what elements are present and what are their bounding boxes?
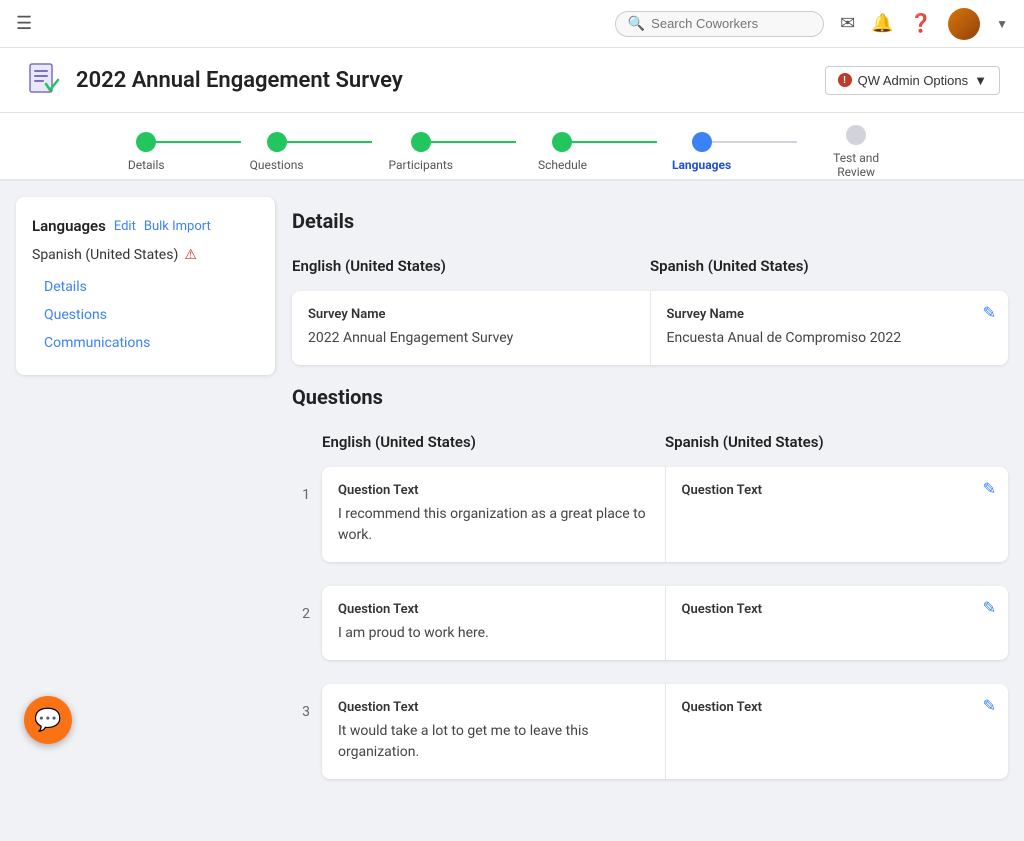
page-title: 2022 Annual Engagement Survey: [76, 68, 403, 93]
details-es-label: Survey Name: [667, 307, 993, 322]
question-number-2: 2: [292, 586, 322, 622]
step-participants[interactable]: Participants: [389, 132, 538, 172]
step-schedule[interactable]: Schedule: [538, 132, 672, 172]
questions-col2-header: Spanish (United States): [665, 425, 1008, 459]
sidebar-nav-questions[interactable]: Questions: [36, 303, 259, 327]
step-languages-label: Languages: [672, 158, 731, 172]
sidebar-nav: Details Questions Communications: [32, 275, 259, 355]
q3-en-value: It would take a lot to get me to leave t…: [338, 721, 649, 763]
admin-options-label: QW Admin Options: [858, 73, 969, 88]
step-test-review[interactable]: Test and Review: [816, 125, 896, 179]
q3-es-edit-icon[interactable]: ✎: [983, 696, 996, 715]
step-languages[interactable]: Languages: [672, 132, 816, 172]
top-navigation: ☰ 🔍 ✉ 🔔 ❓ ▼: [0, 0, 1024, 48]
q2-en-cell: Question Text I am proud to work here.: [322, 586, 666, 660]
sidebar-nav-communications[interactable]: Communications: [36, 331, 259, 355]
user-menu-chevron[interactable]: ▼: [996, 17, 1008, 31]
questions-section-title: Questions: [292, 377, 1008, 409]
search-icon: 🔍: [628, 16, 645, 32]
question-row-1: 1 Question Text I recommend this organiz…: [292, 467, 1008, 574]
q2-es-cell: Question Text ✎: [666, 586, 1009, 660]
admin-options-button[interactable]: ! QW Admin Options ▼: [825, 66, 1000, 95]
question-card-2: Question Text I am proud to work here. Q…: [322, 586, 1008, 660]
q2-es-edit-icon[interactable]: ✎: [983, 598, 996, 617]
details-col1-header: English (United States): [292, 249, 650, 283]
details-en-label: Survey Name: [308, 307, 634, 322]
details-es-cell: Survey Name Encuesta Anual de Compromiso…: [651, 291, 1009, 365]
stepper-nav: Details Questions Participants Schedul: [0, 113, 1024, 181]
details-col2-header: Spanish (United States): [650, 249, 1008, 283]
step-schedule-label: Schedule: [538, 158, 587, 172]
question-number-1: 1: [292, 467, 322, 503]
step-questions[interactable]: Questions: [250, 132, 389, 172]
details-es-edit-icon[interactable]: ✎: [983, 303, 996, 322]
language-name: Spanish (United States): [32, 247, 178, 263]
warning-dot: !: [838, 73, 852, 87]
q2-en-value: I am proud to work here.: [338, 623, 649, 644]
sidebar-edit-link[interactable]: Edit: [114, 219, 136, 234]
step-questions-label: Questions: [250, 158, 304, 172]
search-input[interactable]: [651, 16, 811, 31]
details-lang-columns: English (United States) Spanish (United …: [292, 249, 1008, 283]
questions-lang-columns: English (United States) Spanish (United …: [292, 425, 1008, 459]
details-en-cell: Survey Name 2022 Annual Engagement Surve…: [292, 291, 651, 365]
mail-icon[interactable]: ✉: [840, 13, 855, 34]
language-warning-icon: ⚠: [184, 247, 197, 263]
question-card-1: Question Text I recommend this organizat…: [322, 467, 1008, 562]
step-details-label: Details: [128, 158, 165, 172]
q1-en-cell: Question Text I recommend this organizat…: [322, 467, 666, 562]
details-translation-card: Survey Name 2022 Annual Engagement Surve…: [292, 291, 1008, 365]
language-item: Spanish (United States) ⚠: [32, 247, 259, 263]
details-es-value: Encuesta Anual de Compromiso 2022: [667, 328, 993, 349]
step-details[interactable]: Details: [128, 132, 250, 172]
q3-es-cell: Question Text ✎: [666, 684, 1009, 779]
q1-es-label: Question Text: [682, 483, 993, 498]
questions-col1-header: English (United States): [322, 425, 665, 459]
question-row-3: 3 Question Text It would take a lot to g…: [292, 684, 1008, 791]
q1-es-cell: Question Text ✎: [666, 467, 1009, 562]
question-number-3: 3: [292, 684, 322, 720]
content-area: Details English (United States) Spanish …: [276, 181, 1024, 841]
admin-options-chevron: ▼: [974, 73, 987, 88]
bell-icon[interactable]: 🔔: [871, 13, 893, 34]
q1-es-edit-icon[interactable]: ✎: [983, 479, 996, 498]
step-participants-label: Participants: [389, 158, 453, 172]
main-layout: Languages Edit Bulk Import Spanish (Unit…: [0, 181, 1024, 841]
sidebar-bulk-import-link[interactable]: Bulk Import: [144, 219, 211, 234]
search-box[interactable]: 🔍: [615, 11, 824, 37]
q3-en-label: Question Text: [338, 700, 649, 715]
sidebar: Languages Edit Bulk Import Spanish (Unit…: [16, 197, 276, 375]
survey-icon: [24, 60, 64, 100]
details-en-value: 2022 Annual Engagement Survey: [308, 328, 634, 349]
step-test-review-label: Test and Review: [816, 151, 896, 179]
avatar[interactable]: [948, 8, 980, 40]
details-section-title: Details: [292, 201, 1008, 233]
sidebar-title: Languages: [32, 217, 106, 235]
help-icon[interactable]: ❓: [910, 13, 932, 34]
sidebar-nav-details[interactable]: Details: [36, 275, 259, 299]
q2-es-label: Question Text: [682, 602, 993, 617]
q1-en-label: Question Text: [338, 483, 649, 498]
q2-en-label: Question Text: [338, 602, 649, 617]
page-header: 2022 Annual Engagement Survey ! QW Admin…: [0, 48, 1024, 113]
question-row-2: 2 Question Text I am proud to work here.…: [292, 586, 1008, 672]
menu-icon[interactable]: ☰: [16, 13, 32, 34]
q1-en-value: I recommend this organization as a great…: [338, 504, 649, 546]
q3-es-label: Question Text: [682, 700, 993, 715]
q3-en-cell: Question Text It would take a lot to get…: [322, 684, 666, 779]
chat-button[interactable]: 💬: [24, 696, 72, 744]
question-card-3: Question Text It would take a lot to get…: [322, 684, 1008, 779]
chat-icon: 💬: [34, 708, 61, 733]
